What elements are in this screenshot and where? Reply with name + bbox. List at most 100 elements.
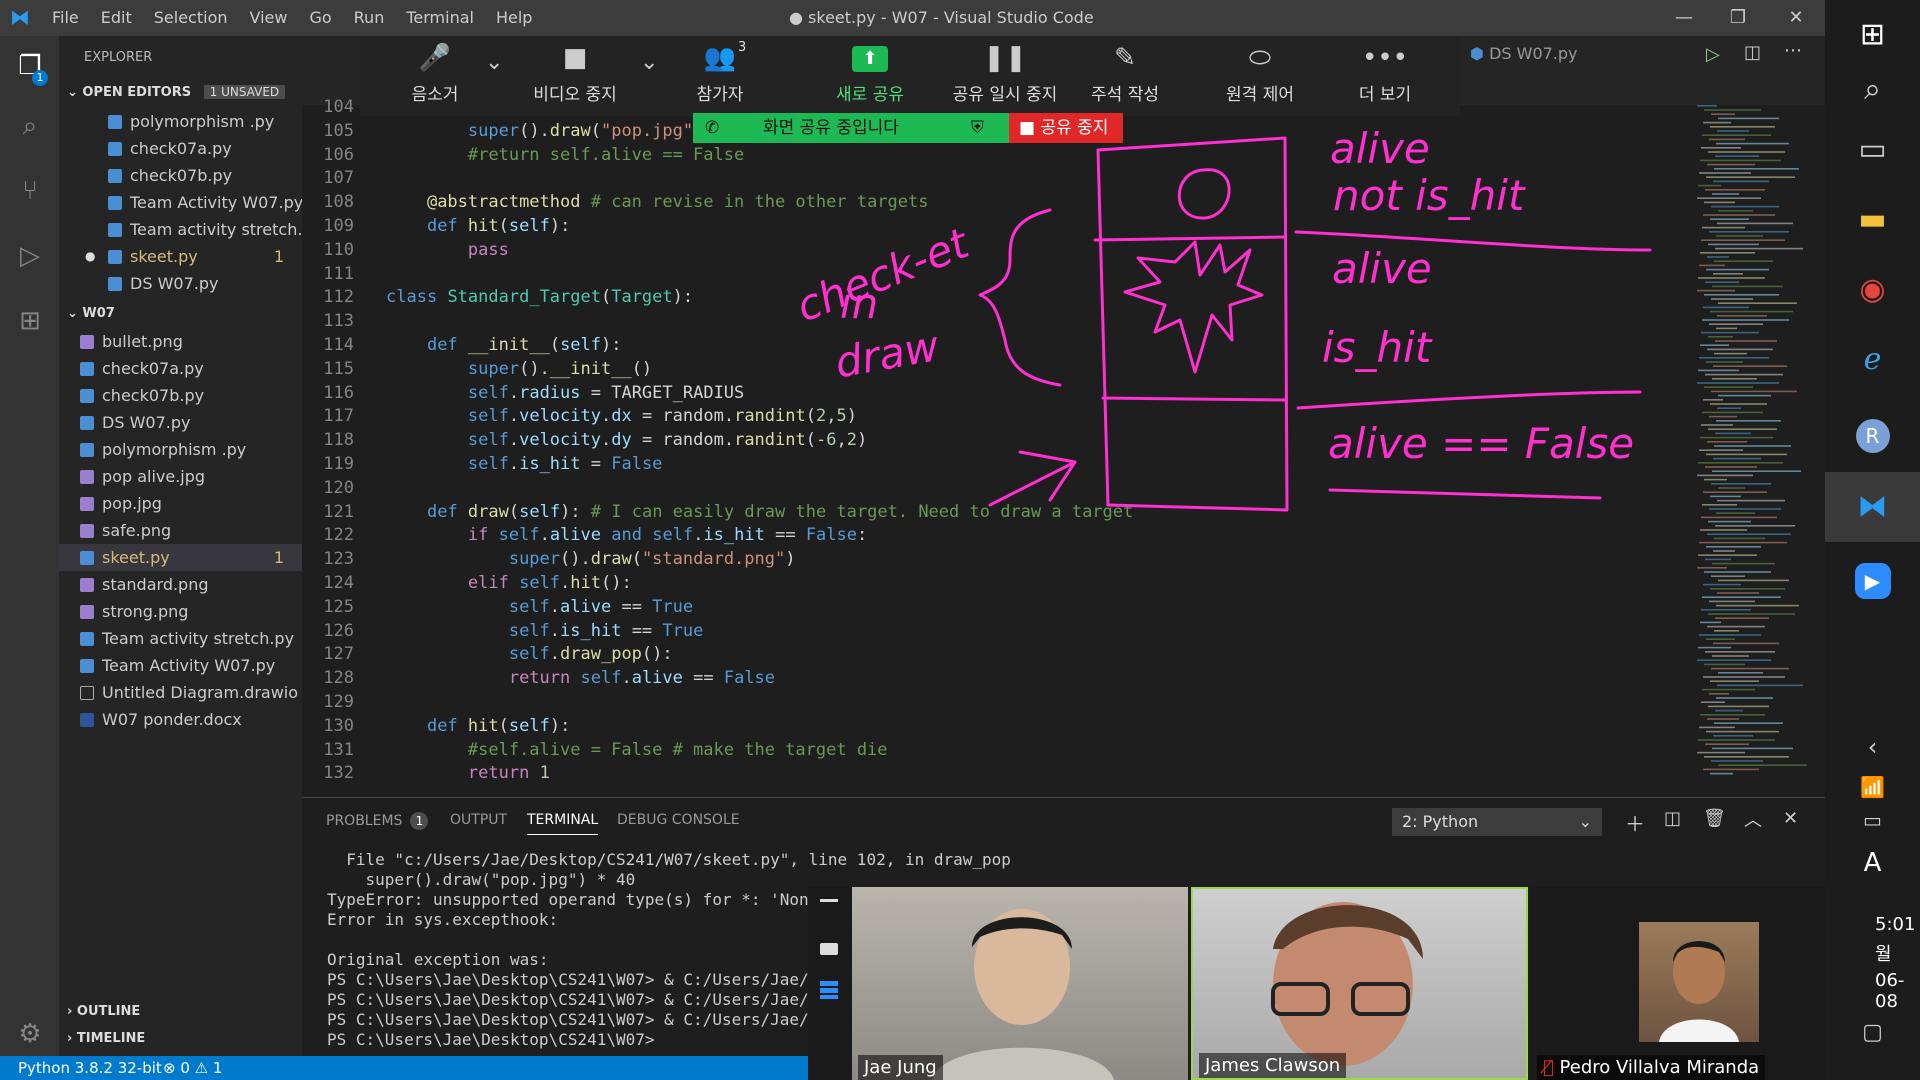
zoom-button-label: 음소거 <box>411 85 459 105</box>
sharing-text: 화면 공유 중입니다 <box>763 118 899 138</box>
zoom-button-label: 주석 작성 <box>1091 85 1159 105</box>
chevron-down-icon[interactable]: ⌄ <box>485 50 503 75</box>
tab-problems[interactable]: PROBLEMS 1 <box>326 812 429 830</box>
r-app-icon[interactable]: R <box>1825 400 1920 470</box>
participant-video-1[interactable]: Jae Jung <box>852 887 1188 1080</box>
phone-icon: ✆ <box>705 118 720 138</box>
sharing-status: ✆ 화면 공유 중입니다 ⛨ <box>693 113 1009 143</box>
panel-tab-label: TERMINAL <box>527 812 599 828</box>
stop-square-icon: ■ <box>1019 118 1041 138</box>
participant-video-3[interactable]: 🎙̸ Pedro Villalva Miranda <box>1531 887 1825 1080</box>
mouse-icon: ⬭ <box>1248 43 1272 73</box>
annotation-arrow <box>988 450 1077 507</box>
zoom-button-label: 새로 공유 <box>836 85 904 105</box>
panel-tab-label: DEBUG CONSOLE <box>617 812 740 828</box>
annotation-line <box>1101 396 1287 402</box>
annotation-box <box>1096 136 1289 512</box>
chevron-down-icon[interactable]: ⌄ <box>640 50 658 75</box>
muted-mic-icon: 🎙̸ <box>1543 1057 1560 1078</box>
video-strip-controls <box>808 887 852 1080</box>
zoom-taskbar-icon[interactable]: ▶ <box>1825 545 1920 615</box>
maximize-panel-icon[interactable]: ︿ <box>1744 806 1762 832</box>
panel-tab-label: PROBLEMS <box>326 813 403 829</box>
tab-output[interactable]: OUTPUT <box>450 812 507 828</box>
pencil-icon: ✎ <box>1114 43 1136 73</box>
input-language[interactable]: A <box>1825 848 1920 878</box>
zoom-share-arrow-button[interactable]: ⬆ 새로 공유 <box>815 36 925 116</box>
chrome-icon[interactable]: ◉ <box>1825 255 1920 325</box>
zoom-video-camera-button[interactable]: ■ 비디오 중지 <box>515 36 635 116</box>
problems-count-badge: 1 <box>410 812 429 830</box>
participant-name: Pedro Villalva Miranda <box>1559 1057 1760 1078</box>
chevron-down-icon: ⌄ <box>1578 812 1592 831</box>
close-panel-icon[interactable]: ✕ <box>1783 808 1798 829</box>
microphone-icon: 🎤 <box>418 43 452 73</box>
gallery-view-icon[interactable] <box>820 981 838 999</box>
annotation-draw: draw <box>832 321 944 387</box>
zoom-button-label: 더 보기 <box>1358 85 1412 105</box>
zoom-pencil-button[interactable]: ✎ 주석 작성 <box>1065 36 1185 116</box>
zoom-button-label: 참가자 <box>696 85 744 105</box>
participant-name-muted: 🎙̸ Pedro Villalva Miranda <box>1537 1055 1766 1080</box>
annotation-alive: alive <box>1330 124 1430 173</box>
warning-icon: ⚠ <box>194 1059 213 1077</box>
video-camera-icon: ■ <box>562 43 588 73</box>
participant-silhouette <box>1659 940 1739 1042</box>
error-icon: ⊗ <box>163 1059 181 1077</box>
zoom-more-dots-button[interactable]: ••• 더 보기 <box>1325 36 1445 116</box>
tab-debug-console[interactable]: DEBUG CONSOLE <box>617 812 740 828</box>
annotation-check-et: check-et <box>789 218 976 332</box>
file-explorer-icon[interactable]: ▬ <box>1825 185 1920 255</box>
more-dots-icon: ••• <box>1361 43 1408 73</box>
problems-status[interactable]: ⊗ 0 ⚠ 1 <box>163 1056 222 1080</box>
participant-count: 3 <box>738 40 747 55</box>
zoom-participants-button[interactable]: 👥 3 참가자 <box>660 36 780 116</box>
annotation-is-hit: is_hit <box>1322 323 1433 372</box>
terminal-select-value: 2: Python <box>1402 812 1479 831</box>
annotation-line <box>1328 488 1602 500</box>
split-terminal-icon[interactable]: ◫ <box>1664 808 1681 829</box>
annotation-not-is-hit: not is_hit <box>1333 171 1526 220</box>
participant-name: James Clawson <box>1199 1053 1347 1078</box>
error-count: 0 <box>180 1059 190 1077</box>
zoom-share-toolbar: 🎤 음소거 ⌄ ■ 비디오 중지 ⌄ 👥 3 참가자 ⬆ 새로 공유 ❚❚ 공유 일시 중지 ✎ 주석 작성… <box>360 36 1460 116</box>
battery-icon[interactable]: ▭ <box>1825 785 1920 855</box>
python-interpreter[interactable]: Python 3.8.2 32-bit <box>18 1056 162 1080</box>
trash-icon[interactable]: 🗑 <box>1703 808 1726 829</box>
clock-day: 월 <box>1875 944 1892 965</box>
zoom-button-label: 공유 일시 중지 <box>952 85 1058 105</box>
stop-share-label: 공유 중지 <box>1040 118 1109 138</box>
screen-sharing-banner: ✆ 화면 공유 중입니다 ⛨ ■ 공유 중지 <box>693 113 1123 143</box>
clock-time[interactable]: 5:01 <box>1875 914 1915 935</box>
windows-taskbar: ⊞ ⌕ ▭ ▬ ◉ ℯ R ⧓ ▶ ‹ 📶 ▭ A 5:01 월 06-08 ▢ <box>1825 0 1920 1080</box>
participant-silhouette <box>1271 902 1423 1066</box>
edge-icon[interactable]: ℯ <box>1825 325 1920 395</box>
zoom-microphone-button[interactable]: 🎤 음소거 <box>375 36 495 116</box>
participant-name: Jae Jung <box>858 1055 943 1080</box>
task-view-icon[interactable]: ▭ <box>1825 115 1920 185</box>
participants-icon: 👥 <box>703 43 737 73</box>
notification-icon[interactable]: ▢ <box>1825 998 1920 1068</box>
vscode-taskbar-icon[interactable]: ⧓ <box>1825 472 1920 542</box>
zoom-mouse-button[interactable]: ⬭ 원격 제어 <box>1200 36 1320 116</box>
participant-video-2[interactable]: James Clawson <box>1191 887 1528 1080</box>
new-terminal-icon[interactable]: ＋ <box>1625 808 1645 837</box>
stop-share-button[interactable]: ■ 공유 중지 <box>1009 113 1123 143</box>
annotation-brace <box>978 208 1062 387</box>
terminal-select[interactable]: 2: Python ⌄ <box>1392 808 1602 836</box>
warning-count: 1 <box>212 1059 223 1077</box>
terminal-line: File "c:/Users/Jae/Desktop/CS241/W07/ske… <box>327 850 1011 869</box>
participant-silhouette <box>932 909 1114 1080</box>
annotation-circle <box>1177 168 1231 220</box>
zoom-pause-button[interactable]: ❚❚ 공유 일시 중지 <box>945 36 1065 116</box>
annotation-line <box>1093 235 1287 242</box>
annotation-line <box>1296 390 1642 410</box>
participant-photo <box>1639 922 1759 1042</box>
shield-icon: ⛨ <box>971 118 984 138</box>
share-arrow-icon: ⬆ <box>815 36 925 80</box>
single-view-icon[interactable] <box>820 943 838 955</box>
tab-terminal[interactable]: TERMINAL <box>527 812 599 835</box>
minimize-video-icon[interactable] <box>820 899 838 902</box>
pause-icon: ❚❚ <box>983 43 1027 73</box>
annotation-star <box>1123 240 1264 374</box>
